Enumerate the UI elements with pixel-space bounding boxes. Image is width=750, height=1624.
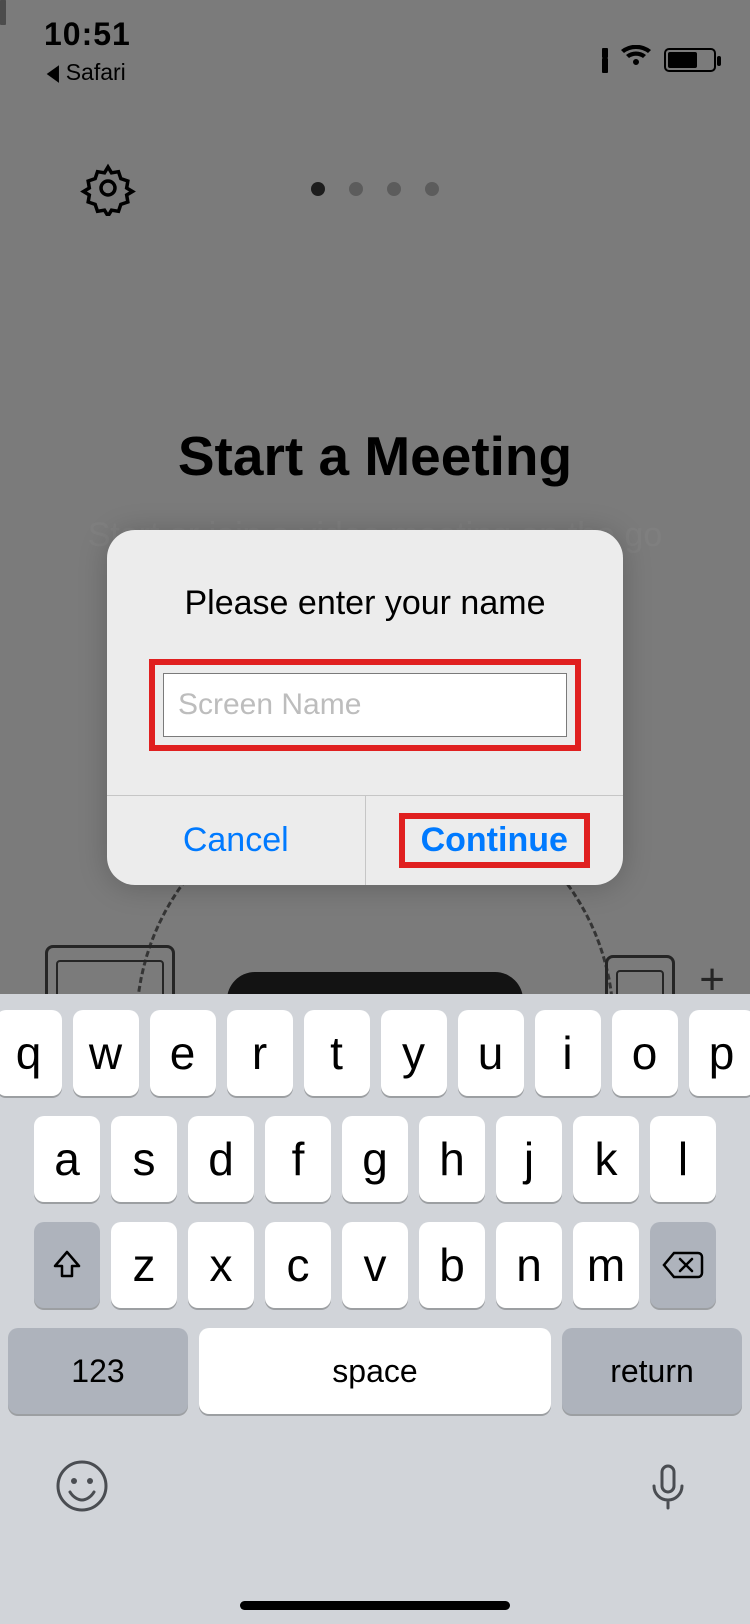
key-l[interactable]: l [650, 1116, 716, 1202]
software-keyboard: qwertyuiop asdfghjkl zxcvbnm 123 space r… [0, 994, 750, 1624]
key-v[interactable]: v [342, 1222, 408, 1308]
cancel-button[interactable]: Cancel [107, 796, 365, 885]
key-q[interactable]: q [0, 1010, 62, 1096]
key-r[interactable]: r [227, 1010, 293, 1096]
key-j[interactable]: j [496, 1116, 562, 1202]
dialog-title: Please enter your name [137, 584, 593, 623]
dictation-icon[interactable] [640, 1458, 696, 1519]
numbers-key[interactable]: 123 [8, 1328, 188, 1414]
key-t[interactable]: t [304, 1010, 370, 1096]
keyboard-row-2: asdfghjkl [8, 1116, 742, 1202]
key-i[interactable]: i [535, 1010, 601, 1096]
key-g[interactable]: g [342, 1116, 408, 1202]
home-indicator[interactable] [240, 1601, 510, 1610]
name-prompt-dialog: Please enter your name Cancel Continue [107, 530, 623, 885]
screen-name-input[interactable] [163, 673, 567, 737]
key-u[interactable]: u [458, 1010, 524, 1096]
key-y[interactable]: y [381, 1010, 447, 1096]
highlight-continue: Continue [399, 813, 590, 868]
cancel-label: Cancel [183, 821, 289, 860]
highlight-input [149, 659, 581, 751]
key-m[interactable]: m [573, 1222, 639, 1308]
key-z[interactable]: z [111, 1222, 177, 1308]
key-n[interactable]: n [496, 1222, 562, 1308]
continue-label: Continue [421, 821, 568, 859]
key-x[interactable]: x [188, 1222, 254, 1308]
space-key[interactable]: space [199, 1328, 551, 1414]
key-a[interactable]: a [34, 1116, 100, 1202]
backspace-key[interactable] [650, 1222, 716, 1308]
emoji-icon[interactable] [54, 1458, 110, 1519]
key-s[interactable]: s [111, 1116, 177, 1202]
key-h[interactable]: h [419, 1116, 485, 1202]
return-key[interactable]: return [562, 1328, 742, 1414]
key-f[interactable]: f [265, 1116, 331, 1202]
key-c[interactable]: c [265, 1222, 331, 1308]
key-b[interactable]: b [419, 1222, 485, 1308]
key-e[interactable]: e [150, 1010, 216, 1096]
keyboard-row-1: qwertyuiop [8, 1010, 742, 1096]
shift-key[interactable] [34, 1222, 100, 1308]
continue-button[interactable]: Continue [365, 796, 624, 885]
keyboard-row-3: zxcvbnm [8, 1222, 742, 1308]
key-d[interactable]: d [188, 1116, 254, 1202]
key-k[interactable]: k [573, 1116, 639, 1202]
key-w[interactable]: w [73, 1010, 139, 1096]
key-p[interactable]: p [689, 1010, 750, 1096]
key-o[interactable]: o [612, 1010, 678, 1096]
